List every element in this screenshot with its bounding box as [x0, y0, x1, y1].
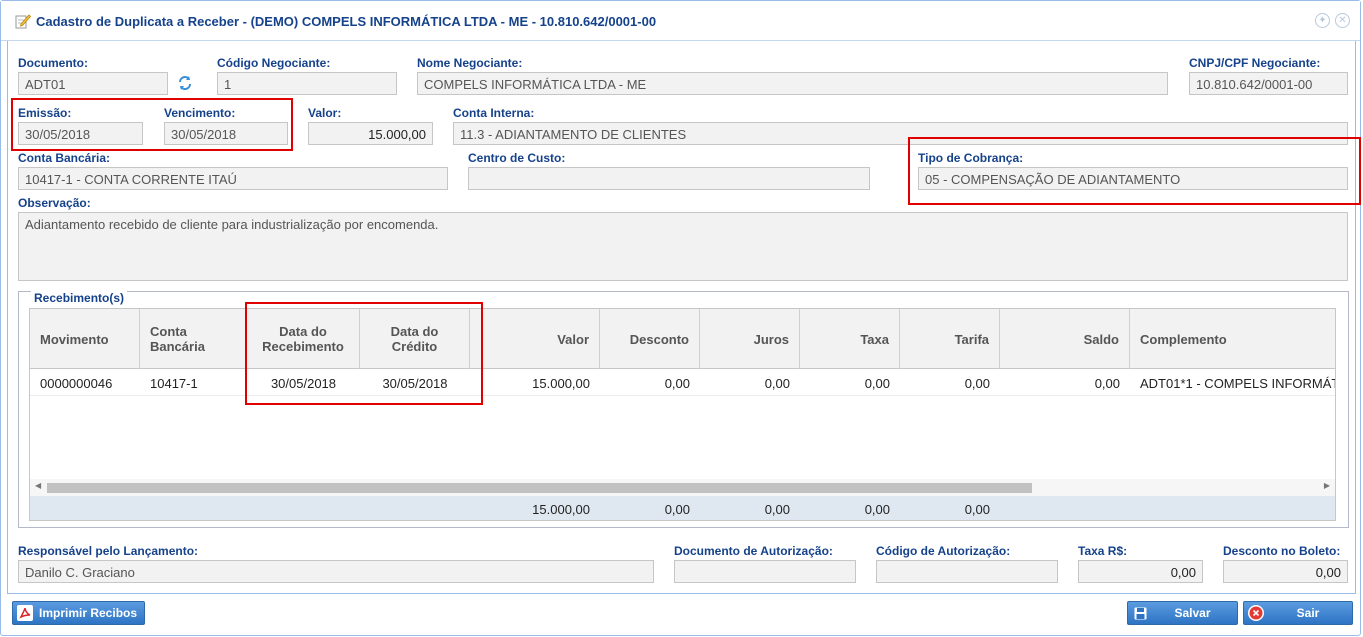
desconto-boleto-field[interactable]: 0,00: [1223, 560, 1348, 583]
responsavel-field[interactable]: Danilo C. Graciano: [18, 560, 654, 583]
cell-taxa: 0,00: [864, 376, 890, 391]
desconto-boleto-label: Desconto no Boleto:: [1223, 544, 1341, 558]
documento-label: Documento:: [18, 56, 88, 70]
scroll-left-icon[interactable]: ◀: [35, 481, 41, 490]
col-data-recebimento[interactable]: Data do Recebimento: [247, 309, 360, 369]
codigo-negociante-field[interactable]: 1: [217, 72, 397, 95]
cell-juros: 0,00: [764, 376, 790, 391]
col-movimento[interactable]: Movimento: [30, 309, 140, 369]
nome-negociante-field[interactable]: COMPELS INFORMÁTICA LTDA - ME: [417, 72, 1168, 95]
recebimentos-grid: Movimento Conta Bancária Data do Recebim…: [29, 308, 1336, 521]
tipo-cobranca-label: Tipo de Cobrança:: [918, 151, 1024, 165]
exit-button[interactable]: Sair: [1243, 601, 1353, 625]
responsavel-label: Responsável pelo Lançamento:: [18, 544, 199, 558]
cell-movimento: 0000000046: [40, 376, 113, 391]
exit-label: Sair: [1296, 606, 1320, 620]
save-label: Salvar: [1174, 606, 1211, 620]
total-juros: 0,00: [764, 502, 790, 517]
col-saldo[interactable]: Saldo: [1000, 309, 1130, 369]
imprimir-recibos-button[interactable]: Imprimir Recibos: [12, 601, 145, 625]
close-circle-icon: [1248, 605, 1264, 621]
doc-autorizacao-label: Documento de Autorização:: [674, 544, 833, 558]
total-taxa: 0,00: [864, 502, 890, 517]
refresh-icon[interactable]: [174, 72, 196, 94]
total-valor: 15.000,00: [532, 502, 590, 517]
cell-tarifa: 0,00: [964, 376, 990, 391]
cnpj-negociante-label: CNPJ/CPF Negociante:: [1189, 56, 1321, 70]
nome-negociante-label: Nome Negociante:: [417, 56, 523, 70]
recebimentos-legend: Recebimento(s): [31, 291, 128, 305]
save-button[interactable]: Salvar: [1127, 601, 1238, 625]
grid-summary-row: 15.000,00 0,00 0,00 0,00 0,00: [30, 496, 1335, 520]
cnpj-negociante-field[interactable]: 10.810.642/0001-00: [1189, 72, 1348, 95]
valor-label: Valor:: [308, 106, 342, 120]
window-titlebar: Cadastro de Duplicata a Receber - (DEMO)…: [1, 1, 1360, 41]
tipo-cobranca-field[interactable]: 05 - COMPENSAÇÃO DE ADIANTAMENTO: [918, 167, 1348, 190]
window-title: Cadastro de Duplicata a Receber - (DEMO)…: [36, 14, 657, 29]
observacao-textarea[interactable]: Adiantamento recebido de cliente para in…: [18, 212, 1348, 281]
cell-valor: 15.000,00: [532, 376, 590, 391]
centro-custo-field[interactable]: [468, 167, 870, 190]
observacao-label: Observação:: [18, 196, 91, 210]
table-row[interactable]: 0000000046 10417-1 30/05/2018 30/05/2018…: [30, 370, 1335, 396]
close-icon[interactable]: ✕: [1335, 13, 1350, 28]
valor-field[interactable]: 15.000,00: [308, 122, 433, 145]
documento-field[interactable]: ADT01: [18, 72, 168, 95]
grid-header: Movimento Conta Bancária Data do Recebim…: [30, 309, 1335, 369]
codigo-negociante-label: Código Negociante:: [217, 56, 331, 70]
total-tarifa: 0,00: [964, 502, 990, 517]
cod-autorizacao-label: Código de Autorização:: [876, 544, 1011, 558]
emissao-field[interactable]: 30/05/2018: [18, 122, 143, 145]
vencimento-label: Vencimento:: [164, 106, 236, 120]
imprimir-recibos-label: Imprimir Recibos: [39, 606, 138, 620]
floppy-disk-icon: [1132, 605, 1148, 621]
conta-interna-label: Conta Interna:: [453, 106, 535, 120]
restore-icon[interactable]: ✦: [1315, 13, 1330, 28]
scroll-right-icon[interactable]: ▶: [1324, 481, 1330, 490]
cod-autorizacao-field[interactable]: [876, 560, 1058, 583]
cell-desconto: 0,00: [664, 376, 690, 391]
cell-data-recebimento: 30/05/2018: [270, 376, 337, 391]
edit-pencil-icon: [15, 14, 31, 29]
cell-conta-bancaria: 10417-1: [150, 376, 198, 391]
col-data-credito[interactable]: Data do Crédito: [360, 309, 470, 369]
vencimento-field[interactable]: 30/05/2018: [164, 122, 288, 145]
pdf-icon: [17, 605, 33, 621]
col-tarifa[interactable]: Tarifa: [900, 309, 1000, 369]
horizontal-scrollbar[interactable]: ◀ ▶: [30, 479, 1335, 496]
col-complemento[interactable]: Complemento: [1130, 309, 1335, 369]
conta-interna-field[interactable]: 11.3 - ADIANTAMENTO DE CLIENTES: [453, 122, 1348, 145]
cell-data-credito: 30/05/2018: [382, 376, 448, 391]
cell-saldo: 0,00: [1094, 376, 1120, 391]
centro-custo-label: Centro de Custo:: [468, 151, 566, 165]
emissao-label: Emissão:: [18, 106, 72, 120]
col-desconto[interactable]: Desconto: [600, 309, 700, 369]
taxa-field[interactable]: 0,00: [1078, 560, 1203, 583]
duplicata-window: Cadastro de Duplicata a Receber - (DEMO)…: [0, 0, 1361, 636]
col-valor[interactable]: Valor: [470, 309, 600, 369]
total-desconto: 0,00: [664, 502, 690, 517]
col-conta-bancaria[interactable]: Conta Bancária: [140, 309, 247, 369]
taxa-label: Taxa R$:: [1078, 544, 1128, 558]
scrollbar-thumb[interactable]: [47, 483, 1032, 493]
col-taxa[interactable]: Taxa: [800, 309, 900, 369]
doc-autorizacao-field[interactable]: [674, 560, 856, 583]
col-juros[interactable]: Juros: [700, 309, 800, 369]
cell-complemento: ADT01*1 - COMPELS INFORMÁTICA LTDA - ME: [1140, 376, 1335, 391]
conta-bancaria-field[interactable]: 10417-1 - CONTA CORRENTE ITAÚ: [18, 167, 448, 190]
conta-bancaria-label: Conta Bancária:: [18, 151, 111, 165]
